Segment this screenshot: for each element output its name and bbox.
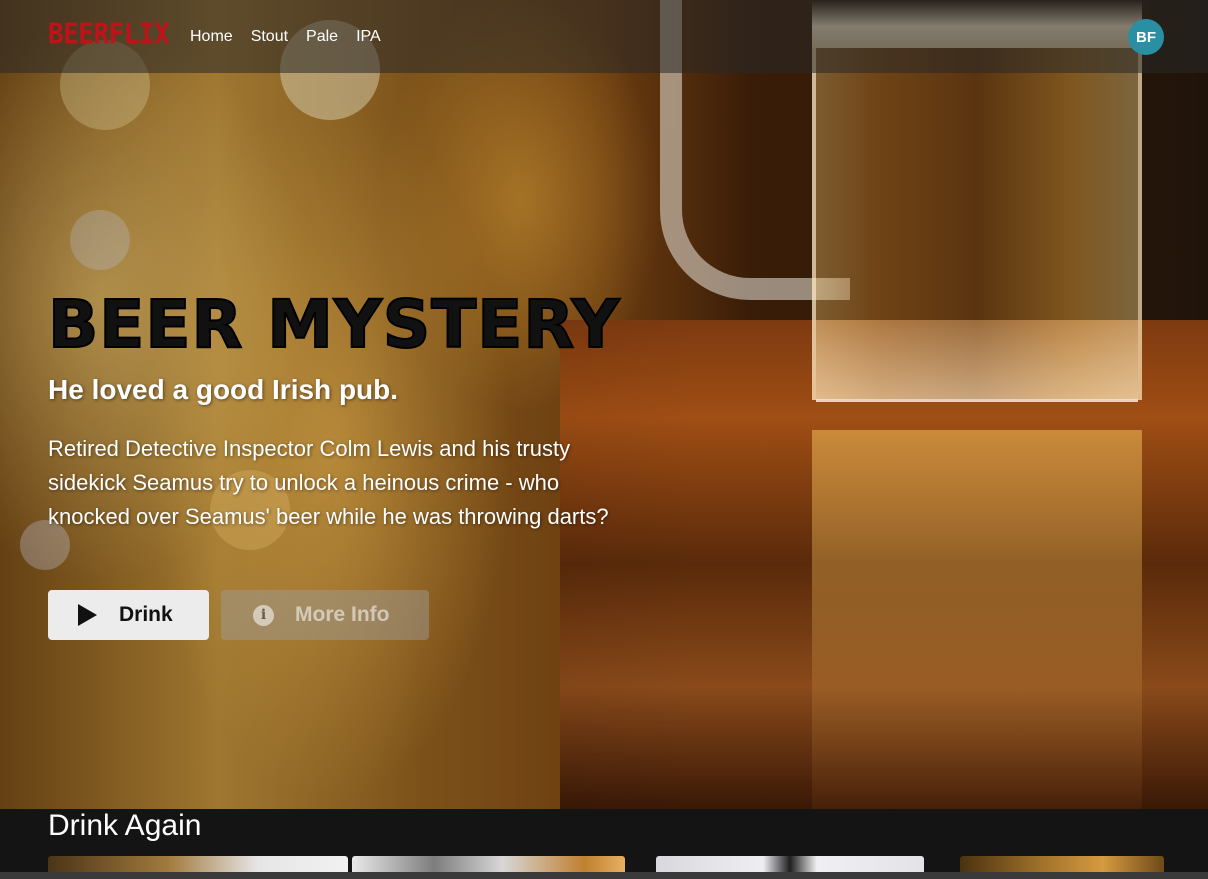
play-icon (78, 604, 97, 626)
glass-reflection (812, 430, 1142, 809)
hero-title: BEER MYSTERY (47, 285, 621, 364)
beerflix-logo[interactable]: BEERFLIX (48, 19, 170, 51)
row-thumbnail[interactable] (48, 856, 348, 872)
nav-links: Home Stout Pale IPA (190, 28, 381, 46)
row-thumbnail[interactable] (656, 856, 924, 872)
nav-link-home[interactable]: Home (190, 28, 233, 46)
drink-again-row: Drink Again (0, 809, 1208, 879)
row-thumbnail[interactable] (960, 856, 1164, 872)
mug-base (816, 320, 1138, 402)
info-icon: i (253, 604, 274, 626)
nav-link-pale[interactable]: Pale (306, 28, 338, 46)
user-avatar[interactable]: BF (1128, 19, 1164, 55)
nav-link-stout[interactable]: Stout (251, 28, 288, 46)
more-info-button-label: More Info (295, 603, 390, 626)
nav-link-ipa[interactable]: IPA (356, 28, 381, 46)
drink-button[interactable]: Drink (48, 590, 209, 640)
horizontal-scrollbar[interactable] (0, 872, 1208, 879)
hero-banner: BEER MYSTERY He loved a good Irish pub. … (0, 0, 1208, 809)
hero-description: Retired Detective Inspector Colm Lewis a… (48, 436, 609, 529)
top-navbar: BEERFLIX Home Stout Pale IPA BF (0, 0, 1208, 73)
row-thumbnail[interactable] (352, 856, 625, 872)
more-info-button[interactable]: i More Info (221, 590, 429, 640)
hero-tagline: He loved a good Irish pub. (48, 374, 399, 405)
row-title: Drink Again (48, 809, 202, 842)
drink-button-label: Drink (119, 603, 173, 626)
